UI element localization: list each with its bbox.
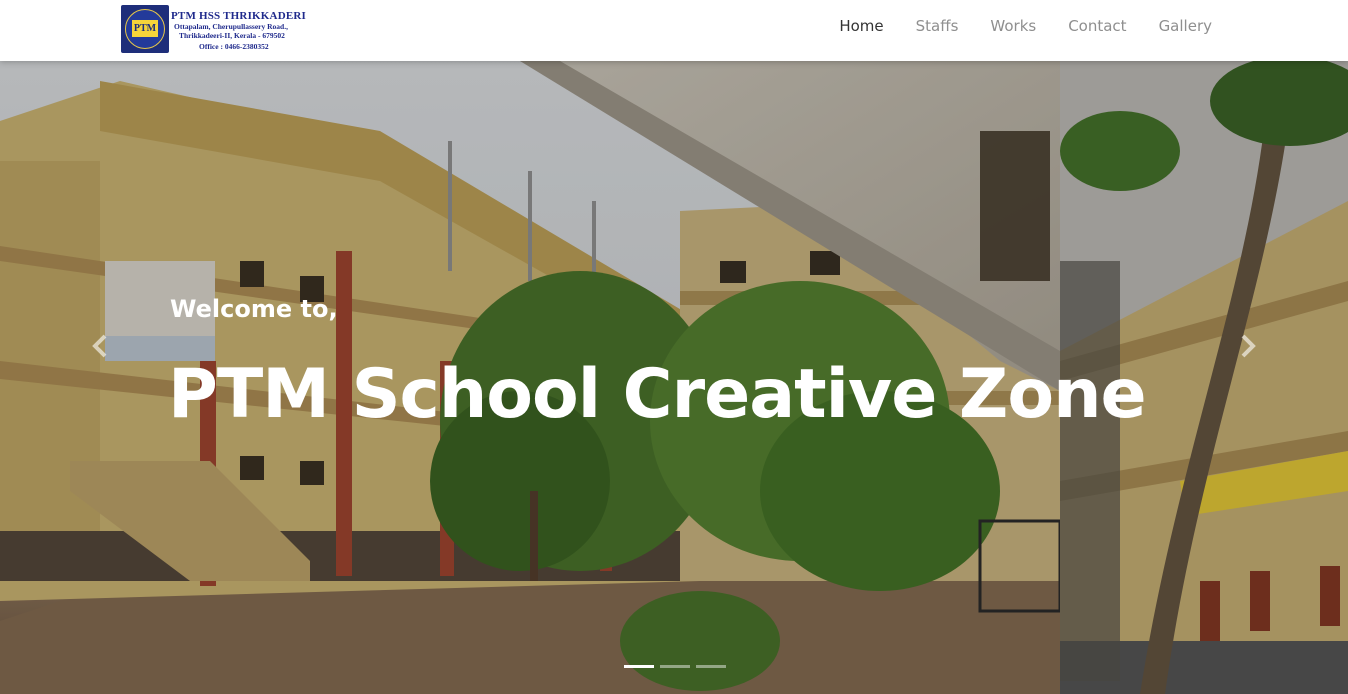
carousel-indicators — [624, 665, 732, 668]
nav-works-link[interactable]: Works — [990, 17, 1036, 35]
chevron-right-icon — [1241, 334, 1256, 358]
chevron-left-icon — [92, 334, 107, 358]
nav-staffs-link[interactable]: Staffs — [916, 17, 959, 35]
nav-gallery-link[interactable]: Gallery — [1159, 17, 1212, 35]
hero-carousel[interactable]: Welcome to, PTM School Creative Zone — [0, 61, 1348, 694]
hero-welcome-text: Welcome to, — [170, 295, 338, 323]
school-emblem-icon: PTM — [121, 5, 169, 53]
main-nav: Home Staffs Works Contact Gallery — [807, 0, 1212, 51]
hero-headline: PTM School Creative Zone — [168, 355, 1147, 434]
carousel-next-button[interactable] — [1228, 321, 1268, 371]
carousel-indicator-2[interactable] — [660, 665, 690, 668]
carousel-prev-button[interactable] — [80, 321, 120, 371]
school-address-line2: Thrikkadeeri-II, Kerala - 679502 — [179, 31, 285, 40]
school-office-phone: Office : 0466-2380352 — [199, 42, 269, 51]
nav-contact-link[interactable]: Contact — [1068, 17, 1126, 35]
school-logo[interactable]: PTM PTM HSS THRIKKADERI Ottapalam, Cheru… — [121, 5, 309, 53]
nav-home-link[interactable]: Home — [839, 17, 883, 35]
school-name: PTM HSS THRIKKADERI — [171, 10, 307, 22]
navbar: PTM PTM HSS THRIKKADERI Ottapalam, Cheru… — [0, 0, 1348, 61]
emblem-text: PTM — [132, 20, 158, 37]
school-address-line1: Ottapalam, Cherupullassery Road., — [174, 22, 288, 31]
carousel-indicator-1[interactable] — [624, 665, 654, 668]
carousel-indicator-3[interactable] — [696, 665, 726, 668]
